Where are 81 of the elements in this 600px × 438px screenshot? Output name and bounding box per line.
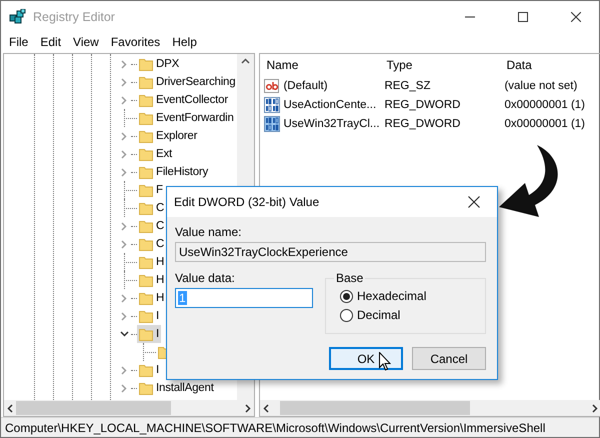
folder-icon <box>139 310 153 322</box>
column-header[interactable]: Data <box>506 58 600 72</box>
folder-icon <box>139 148 153 160</box>
type-cell-text: REG_SZ <box>384 80 432 92</box>
name-cell[interactable]: UseWin32TrayCl... <box>264 116 384 132</box>
tree-item[interactable]: C <box>137 235 166 253</box>
binary-value-icon <box>264 116 280 132</box>
base-legend: Base <box>334 271 366 285</box>
default-button[interactable]: OK <box>329 347 403 370</box>
tree-item[interactable]: I <box>137 325 161 343</box>
folder-icon <box>139 382 153 394</box>
menu-item[interactable]: Favorites <box>104 34 166 48</box>
name-cell[interactable]: UseActionCente... <box>264 96 384 112</box>
tree-item[interactable]: Explorer <box>137 127 200 145</box>
tree-item[interactable]: EventCollector <box>137 91 230 109</box>
scroll-left-icon[interactable] <box>263 404 270 412</box>
data-cell-text: 0x00000001 (1) <box>504 118 586 130</box>
registry-cubes-icon <box>9 8 26 24</box>
folder-icon <box>139 256 153 268</box>
menu-item[interactable]: Help <box>166 34 203 48</box>
binary-value-icon <box>264 96 280 112</box>
dialog-title: Edit DWORD (32-bit) Value <box>174 195 320 209</box>
data-cell-text: (value not set) <box>504 80 578 92</box>
tree-item[interactable]: H <box>137 289 166 307</box>
folder-icon <box>139 292 153 304</box>
scroll-right-icon[interactable] <box>592 404 598 412</box>
folder-icon <box>139 58 153 70</box>
value-name-label: Value name: <box>175 225 242 239</box>
close-icon <box>468 196 480 208</box>
name-cell[interactable]: (Default) <box>264 78 384 94</box>
string-value-icon <box>264 78 280 94</box>
data-cell-text: 0x00000001 (1) <box>504 98 586 110</box>
folder-icon <box>139 166 153 178</box>
radio-option[interactable]: Decimal <box>340 308 485 322</box>
menu-item[interactable]: Edit <box>34 34 68 48</box>
folder-icon <box>139 220 153 232</box>
tree-item[interactable]: I <box>137 361 161 379</box>
tree-item[interactable]: InstallAgent <box>137 379 216 397</box>
tree-item[interactable]: EventForwardin <box>137 109 236 127</box>
dialog-button[interactable]: Cancel <box>412 347 486 370</box>
folder-icon <box>139 130 153 142</box>
value-name-field[interactable]: UseWin32TrayClockExperience <box>175 242 486 262</box>
scroll-left-icon[interactable] <box>7 404 13 412</box>
minimize-icon <box>465 16 475 18</box>
column-header[interactable]: Type <box>386 58 506 72</box>
type-cell-text: REG_DWORD <box>384 118 462 130</box>
mouse-cursor-icon <box>379 352 391 371</box>
status-path: Computer\HKEY_LOCAL_MACHINE\SOFTWARE\Microsoft\Windows\CurrentVersion\ImmersiveShell <box>5 420 546 434</box>
folder-icon <box>139 202 153 214</box>
tree-item[interactable]: DPX <box>137 55 182 73</box>
column-header[interactable]: Name <box>266 58 386 72</box>
tree-item[interactable]: C <box>137 217 166 235</box>
tree-item[interactable]: I <box>137 307 161 325</box>
tree-item[interactable]: C <box>137 199 166 217</box>
folder-icon <box>139 76 153 88</box>
tree-item[interactable]: DriverSearching <box>137 73 238 91</box>
folder-icon <box>139 364 153 376</box>
folder-icon <box>139 328 153 340</box>
tree-item[interactable]: H <box>137 253 166 271</box>
chevron-down-icon[interactable] <box>120 331 128 337</box>
tree-item[interactable]: Ext <box>137 145 174 163</box>
folder-icon <box>139 112 153 124</box>
scroll-up-icon[interactable] <box>241 58 250 64</box>
horizontal-scrollbar[interactable] <box>260 400 600 416</box>
menu-item[interactable]: View <box>67 34 105 48</box>
folder-icon <box>139 184 153 196</box>
window-title: Registry Editor <box>33 10 116 24</box>
close-icon <box>571 12 581 22</box>
type-cell-text: REG_DWORD <box>384 98 462 110</box>
value-data-label: Value data: <box>175 271 236 285</box>
tree-item[interactable]: H <box>137 271 166 289</box>
maximize-icon <box>518 12 528 22</box>
folder-icon <box>139 274 153 286</box>
scroll-right-icon[interactable] <box>245 404 252 412</box>
tree-item[interactable]: FileHistory <box>137 163 210 181</box>
folder-icon <box>139 94 153 106</box>
folder-icon <box>139 238 153 250</box>
tree-item[interactable]: F <box>137 181 165 199</box>
horizontal-scrollbar[interactable] <box>4 400 254 416</box>
radio-option[interactable]: Hexadecimal <box>340 289 485 303</box>
menu-item[interactable]: File <box>3 34 34 48</box>
